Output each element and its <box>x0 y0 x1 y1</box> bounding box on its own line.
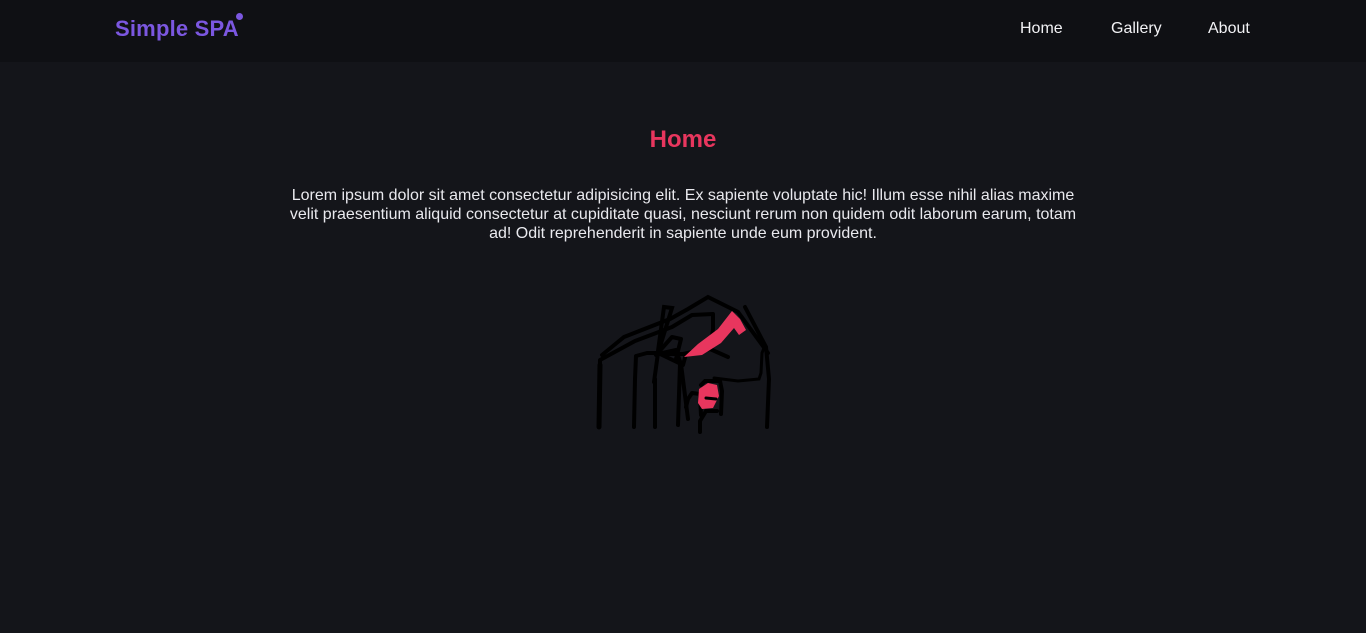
nav-link-home[interactable]: Home <box>1020 19 1063 39</box>
nav-link-gallery[interactable]: Gallery <box>1111 19 1162 39</box>
main-content: Home Lorem ipsum dolor sit amet consecte… <box>0 62 1366 633</box>
house-sketch-icon <box>596 294 772 434</box>
top-navigation-bar: Simple SPA Home Gallery About <box>0 0 1366 62</box>
nav-link-about[interactable]: About <box>1208 19 1250 39</box>
page-title: Home <box>649 126 717 153</box>
intro-paragraph: Lorem ipsum dolor sit amet consectetur a… <box>289 187 1077 242</box>
main-nav: Home Gallery About <box>0 19 1366 41</box>
